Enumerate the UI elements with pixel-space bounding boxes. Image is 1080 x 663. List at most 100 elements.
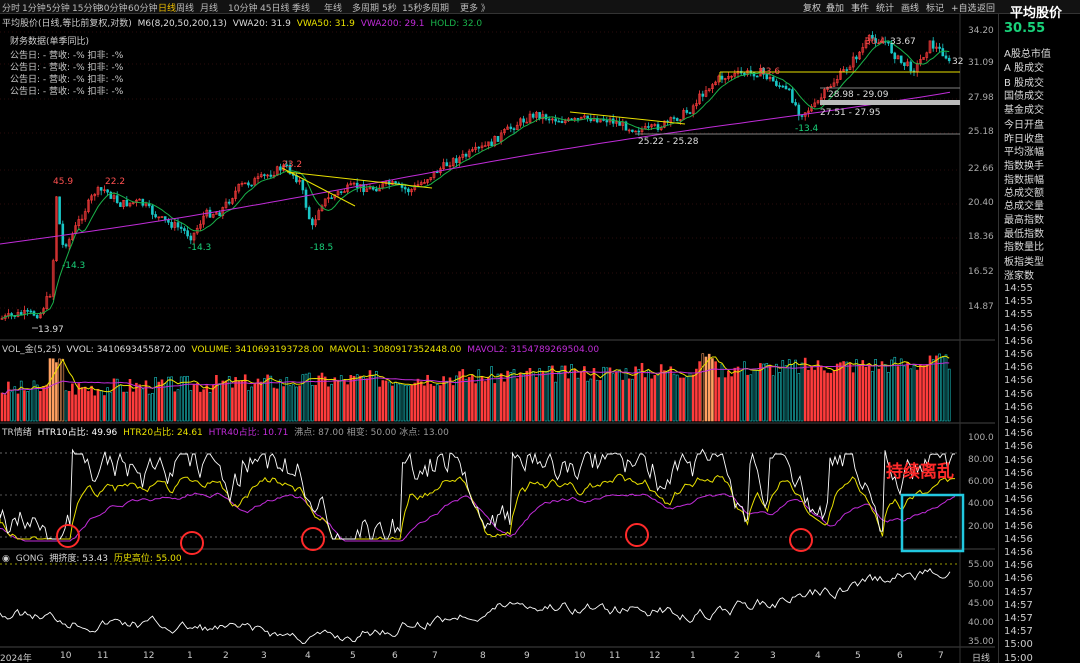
period-tab[interactable]: 30分钟 bbox=[98, 1, 127, 14]
period-tab[interactable]: 更多 》 bbox=[460, 1, 490, 14]
volume-bar bbox=[384, 380, 388, 422]
volume-bar bbox=[586, 380, 589, 422]
period-tab[interactable]: 多周期 bbox=[352, 1, 379, 14]
annotation-text: 持续离乱 bbox=[886, 462, 954, 482]
menu-item[interactable]: 标记 bbox=[926, 1, 944, 14]
volume-bar bbox=[170, 376, 173, 422]
period-tab[interactable]: 季线 bbox=[292, 1, 310, 14]
volume-bar bbox=[42, 386, 45, 422]
candle-body bbox=[179, 226, 183, 229]
period-tab[interactable]: 5分钟 bbox=[46, 1, 70, 14]
volume-bar bbox=[755, 370, 759, 422]
candle-body bbox=[247, 182, 250, 186]
menu-item[interactable]: 复权 bbox=[803, 1, 821, 14]
volume-bar bbox=[685, 376, 689, 422]
volume-bar bbox=[439, 385, 442, 422]
candle-body bbox=[941, 48, 945, 57]
volume-bar bbox=[80, 387, 84, 422]
x-axis-label: 12 bbox=[143, 651, 155, 661]
stock-price: 30.55 bbox=[1004, 21, 1046, 36]
volume-bar bbox=[931, 359, 935, 422]
tick-time: 15:00 bbox=[1004, 639, 1033, 651]
tr-axis-label: 20.00 bbox=[968, 522, 994, 532]
menu-item[interactable]: 事件 bbox=[851, 1, 869, 14]
volume-bar bbox=[509, 372, 513, 422]
volume-bar bbox=[679, 377, 682, 422]
annotation-box bbox=[900, 493, 965, 553]
period-tab[interactable]: 45日线 bbox=[260, 1, 289, 14]
menu-item[interactable]: 返回 bbox=[977, 1, 995, 14]
candle-body bbox=[784, 85, 788, 90]
volume-bar bbox=[413, 382, 417, 422]
period-tab[interactable]: 1分钟 bbox=[22, 1, 46, 14]
price-axis-label: 14.87 bbox=[968, 302, 994, 312]
candle-body bbox=[29, 310, 33, 313]
price-annotation: 45.9 bbox=[53, 177, 73, 187]
volume-bar bbox=[813, 369, 817, 422]
volume-bar bbox=[362, 376, 365, 422]
volume-bar bbox=[256, 378, 260, 422]
volume-bar bbox=[186, 375, 189, 422]
menu-item[interactable]: 统计 bbox=[876, 1, 894, 14]
volume-bar bbox=[525, 370, 529, 422]
menu-item[interactable]: 画线 bbox=[901, 1, 919, 14]
volume-bar bbox=[567, 378, 570, 422]
chart-area[interactable]: 45.9 22.2 -14.3 13.97 23.2 -14.3 -18.5 63.6 -13.… bbox=[0, 14, 995, 663]
volume-bar bbox=[519, 372, 522, 422]
volume-bar bbox=[515, 378, 519, 422]
candle-body bbox=[218, 212, 221, 217]
price-annotation: 63.6 bbox=[760, 67, 780, 77]
volume-bar bbox=[64, 390, 68, 422]
volume-bar bbox=[653, 375, 657, 422]
volume-bar bbox=[832, 370, 836, 422]
quote-field-label: 今日开盘 bbox=[1004, 120, 1044, 131]
volume-bar bbox=[922, 365, 925, 422]
volume-bar bbox=[589, 378, 593, 422]
kline-chart[interactable]: 45.9 22.2 -14.3 13.97 23.2 -14.3 -18.5 63.6 -13.… bbox=[0, 14, 995, 663]
volume-bar bbox=[115, 378, 119, 422]
mavol1-label: MAVOL1: 3080917352448.00 bbox=[329, 345, 462, 355]
gong-axis-label: 35.00 bbox=[968, 637, 994, 647]
x-axis-label: 1 bbox=[187, 651, 193, 661]
period-tab[interactable]: 5秒 bbox=[382, 1, 397, 14]
volume-bar bbox=[295, 386, 298, 422]
volume-bar bbox=[330, 383, 333, 422]
tick-time: 14:57 bbox=[1004, 613, 1033, 624]
period-tab[interactable]: 周线 bbox=[176, 1, 194, 14]
x-axis-label: 7 bbox=[432, 651, 438, 661]
volume-bar bbox=[551, 365, 554, 422]
volume-bar bbox=[48, 358, 52, 422]
gong-axis-label: 55.00 bbox=[968, 560, 994, 570]
period-tab[interactable]: 日线 bbox=[158, 1, 176, 14]
period-tab[interactable]: 15秒 bbox=[402, 1, 422, 14]
price-annotation: -14.3 bbox=[62, 261, 85, 271]
volume-bar bbox=[83, 386, 87, 422]
x-axis-label: 2 bbox=[223, 651, 229, 661]
candle-body bbox=[685, 110, 689, 113]
tick-time: 14:56 bbox=[1004, 467, 1033, 479]
menu-item[interactable]: +自选 bbox=[951, 1, 977, 14]
price-axis-label: 34.20 bbox=[968, 26, 994, 36]
candle-body bbox=[845, 69, 849, 71]
financial-header: 财务数据(单季同比) bbox=[10, 37, 90, 47]
period-tab[interactable]: 多周期 bbox=[422, 1, 449, 14]
candle-body bbox=[61, 223, 65, 245]
volume-bar bbox=[247, 390, 250, 422]
menu-item[interactable]: 叠加 bbox=[826, 1, 844, 14]
price-axis-label: 27.98 bbox=[968, 93, 994, 103]
volume-bar bbox=[759, 363, 762, 422]
x-axis-label: 6 bbox=[897, 651, 903, 661]
period-tab[interactable]: 60分钟 bbox=[128, 1, 157, 14]
period-tab[interactable]: 月线 bbox=[200, 1, 218, 14]
period-tab[interactable]: 10分钟 bbox=[228, 1, 257, 14]
volume-bar bbox=[211, 384, 215, 422]
period-tab[interactable]: 年线 bbox=[324, 1, 342, 14]
volume-bar bbox=[701, 353, 705, 422]
volume-bar bbox=[592, 368, 596, 422]
period-tab[interactable]: 分时 bbox=[2, 1, 20, 14]
volume-bar bbox=[378, 386, 381, 422]
volume-bar bbox=[599, 380, 602, 422]
volume-bar bbox=[563, 365, 567, 422]
volume-bar bbox=[618, 369, 621, 422]
volume-bar bbox=[26, 391, 29, 422]
